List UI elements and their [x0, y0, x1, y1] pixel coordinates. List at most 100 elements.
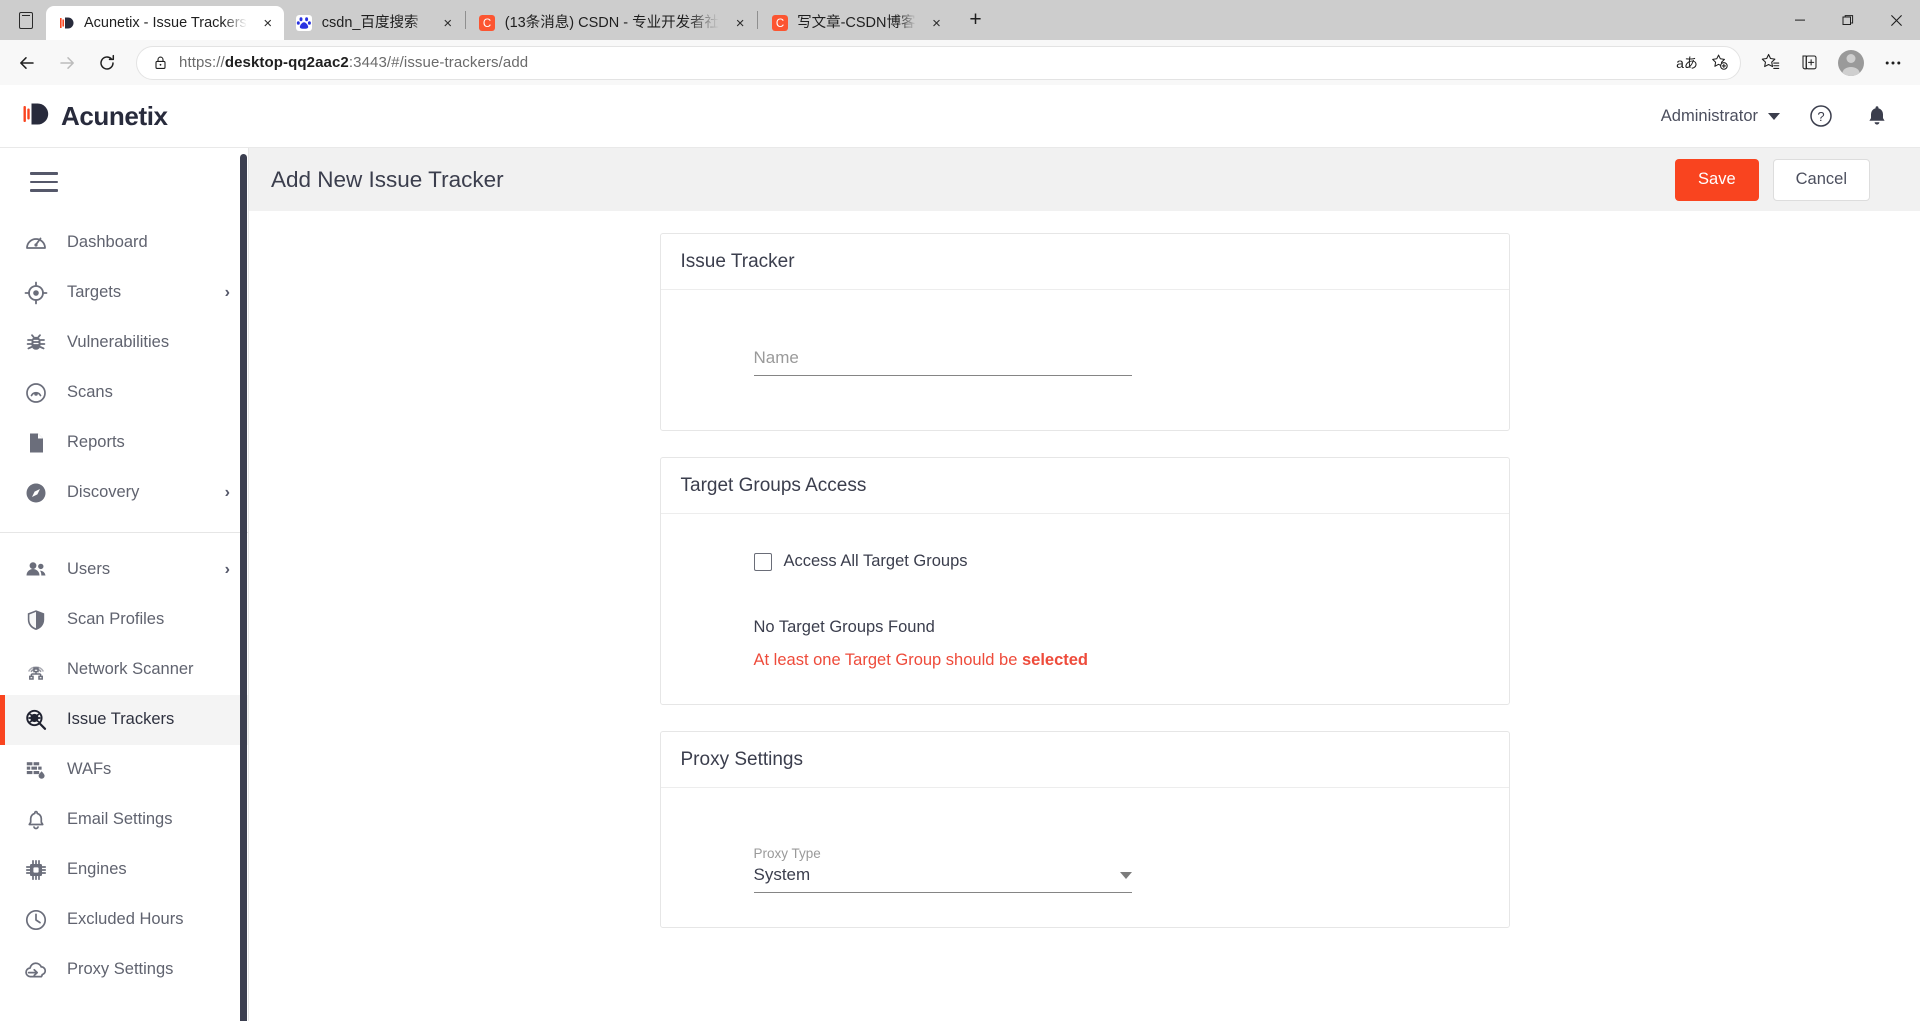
- bell-icon[interactable]: [1862, 101, 1892, 131]
- ellipsis-icon[interactable]: [1874, 46, 1912, 80]
- issue-tracker-name-field[interactable]: Name: [753, 348, 1132, 376]
- name-input[interactable]: Name: [753, 348, 1132, 376]
- sidebar: Dashboard Targets › Vulnerabilities Scan…: [0, 148, 249, 1021]
- sidebar-item-scans[interactable]: Scans: [0, 368, 248, 418]
- sidebar-item-dashboard[interactable]: Dashboard: [0, 218, 248, 268]
- target-group-error-message: At least one Target Group should be sele…: [754, 651, 1509, 670]
- browser-tab-csdn-blog[interactable]: C 写文章-CSDN博客 ×: [759, 6, 952, 40]
- sidebar-item-users[interactable]: Users ›: [0, 545, 248, 595]
- user-menu[interactable]: Administrator: [1661, 107, 1780, 126]
- save-button[interactable]: Save: [1675, 158, 1759, 201]
- sidebar-item-label: Users: [67, 560, 111, 579]
- app-header: Acunetix Administrator ?: [0, 85, 1920, 148]
- sidebar-divider: [0, 531, 248, 533]
- tab-strip: Acunetix - Issue Trackers × csdn_百度搜索 × …: [0, 0, 1920, 40]
- reload-button[interactable]: [88, 46, 126, 80]
- browser-tab-acunetix[interactable]: Acunetix - Issue Trackers ×: [46, 6, 284, 40]
- star-plus-icon[interactable]: [1704, 49, 1734, 77]
- tab-search-icon: [19, 11, 33, 29]
- tab-list: Acunetix - Issue Trackers × csdn_百度搜索 × …: [46, 0, 993, 40]
- sidebar-item-vulnerabilities[interactable]: Vulnerabilities: [0, 318, 248, 368]
- new-tab-button[interactable]: +: [959, 3, 993, 37]
- sidebar-item-network-scanner[interactable]: Network Scanner: [0, 645, 248, 695]
- no-target-groups-message: No Target Groups Found: [753, 618, 935, 636]
- acunetix-logo[interactable]: Acunetix: [22, 99, 168, 134]
- sidebar-item-label: Reports: [67, 433, 125, 452]
- card-issue-tracker: Issue Tracker Name: [659, 233, 1510, 431]
- page-title: Add New Issue Tracker: [271, 166, 504, 192]
- sidebar-item-label: Network Scanner: [67, 660, 194, 679]
- users-icon: [22, 556, 50, 584]
- bug-icon: [22, 329, 50, 357]
- sidebar-item-targets[interactable]: Targets ›: [0, 268, 248, 318]
- sidebar-group-admin: Users › Scan Profiles Network Scanner Is…: [0, 545, 248, 995]
- sidebar-item-excluded-hours[interactable]: Excluded Hours: [0, 895, 248, 945]
- chevron-down-icon: [1768, 112, 1780, 120]
- browser-tab-baidu[interactable]: csdn_百度搜索 ×: [284, 6, 464, 40]
- network-scanner-icon: [22, 656, 50, 684]
- sidebar-item-label: Targets: [67, 283, 122, 302]
- browser-window: Acunetix - Issue Trackers × csdn_百度搜索 × …: [0, 0, 1920, 1021]
- favorites-icon[interactable]: [1751, 46, 1789, 80]
- form-container: Issue Tracker Name Target Groups Access …: [249, 233, 1920, 1021]
- sidebar-item-label: Dashboard: [67, 233, 148, 252]
- proxy-type-field[interactable]: Proxy Type System: [753, 846, 1132, 893]
- profile-avatar-icon[interactable]: [1838, 49, 1864, 76]
- sidebar-item-label: Vulnerabilities: [67, 333, 170, 352]
- sidebar-item-discovery[interactable]: Discovery ›: [0, 468, 248, 518]
- collections-icon[interactable]: [1790, 46, 1828, 80]
- sidebar-item-label: Proxy Settings: [67, 960, 174, 979]
- forward-button[interactable]: [48, 46, 86, 80]
- sidebar-item-label: Excluded Hours: [67, 910, 184, 929]
- sidebar-item-label: Issue Trackers: [67, 710, 175, 729]
- sidebar-item-engines[interactable]: Engines: [0, 845, 248, 895]
- access-all-target-groups-checkbox[interactable]: [753, 552, 772, 571]
- tab-close-button[interactable]: ×: [925, 11, 949, 35]
- tab-separator: [757, 11, 759, 29]
- csdn-favicon: C: [479, 15, 496, 32]
- toolbar-right-actions: [1751, 46, 1912, 80]
- tab-close-button[interactable]: ×: [256, 11, 280, 35]
- window-minimize-button[interactable]: [1776, 0, 1824, 40]
- chevron-right-icon: ›: [224, 483, 230, 501]
- cancel-button[interactable]: Cancel: [1772, 158, 1870, 201]
- clock-icon: [22, 906, 50, 934]
- engines-icon: [22, 856, 50, 884]
- form-scroll-area[interactable]: Issue Tracker Name Target Groups Access …: [249, 211, 1920, 1021]
- sidebar-item-label: Discovery: [67, 483, 140, 502]
- sidebar-item-wafs[interactable]: WAFs: [0, 745, 248, 795]
- svg-text:C: C: [775, 18, 783, 30]
- read-aloud-button[interactable]: aあ: [1672, 49, 1702, 77]
- browser-tab-csdn-messages[interactable]: C (13条消息) CSDN - 专业开发者社 ×: [467, 6, 756, 40]
- sidebar-item-proxy-settings[interactable]: Proxy Settings: [0, 945, 248, 995]
- sidebar-item-reports[interactable]: Reports: [0, 418, 248, 468]
- hamburger-bar: [30, 180, 58, 184]
- chevron-down-icon: [1119, 871, 1132, 879]
- sidebar-item-scan-profiles[interactable]: Scan Profiles: [0, 595, 248, 645]
- tab-search-button[interactable]: [6, 0, 46, 40]
- card-proxy-settings: Proxy Settings Proxy Type System: [659, 731, 1510, 928]
- address-bar[interactable]: https://desktop-qq2aac2:3443/#/issue-tra…: [136, 45, 1741, 80]
- sidebar-scrollbar[interactable]: [240, 154, 247, 1021]
- hamburger-icon[interactable]: [0, 150, 248, 218]
- tab-close-button[interactable]: ×: [436, 11, 460, 35]
- main-content: Add New Issue Tracker Save Cancel Issue …: [249, 148, 1920, 1021]
- svg-text:?: ?: [1817, 109, 1824, 124]
- sidebar-item-issue-trackers[interactable]: Issue Trackers: [0, 694, 248, 745]
- back-button[interactable]: [8, 46, 46, 80]
- proxy-type-select[interactable]: System: [753, 865, 1132, 893]
- help-circle-icon[interactable]: ?: [1806, 101, 1836, 131]
- compass-icon: [22, 479, 50, 507]
- card-body: Proxy Type System: [661, 788, 1509, 927]
- window-close-button[interactable]: [1872, 0, 1920, 40]
- sidebar-item-label: Email Settings: [67, 810, 173, 829]
- address-bar-actions: aあ: [1672, 49, 1734, 77]
- shield-icon: [22, 606, 50, 634]
- access-all-target-groups-row[interactable]: Access All Target Groups: [753, 552, 1509, 571]
- window-maximize-button[interactable]: [1824, 0, 1872, 40]
- sidebar-item-email-settings[interactable]: Email Settings: [0, 795, 248, 845]
- tab-close-button[interactable]: ×: [728, 11, 752, 35]
- page-actions: Save Cancel: [1675, 158, 1870, 201]
